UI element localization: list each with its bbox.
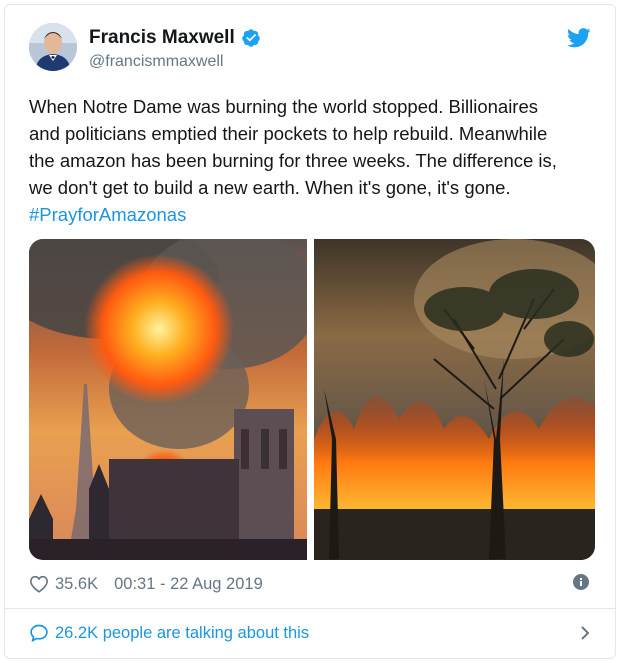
author-name[interactable]: Francis Maxwell xyxy=(89,27,235,49)
conversation-link[interactable]: 26.2K people are talking about this xyxy=(29,619,595,647)
like-count[interactable]: 35.6K xyxy=(55,575,98,594)
avatar[interactable] xyxy=(29,23,77,71)
tweet-text-line: the amazon has been burning for three we… xyxy=(29,150,557,171)
chevron-right-icon xyxy=(581,626,590,640)
amazon-forest-fire-image[interactable] xyxy=(313,239,595,560)
tweet-text-line: and politicians emptied their pockets to… xyxy=(29,123,548,144)
verified-badge-icon xyxy=(241,29,260,47)
author-handle[interactable]: @francismmaxwell xyxy=(89,53,223,71)
twitter-bird-icon[interactable] xyxy=(567,27,591,49)
speech-bubble-icon xyxy=(30,624,48,643)
conversation-label: 26.2K people are talking about this xyxy=(55,623,310,642)
info-icon[interactable] xyxy=(573,574,589,590)
tweet-text-line: we don't get to build a new earth. When … xyxy=(29,177,511,198)
hashtag-link[interactable]: #PrayforAmazonas xyxy=(29,201,595,228)
tweet-card: Francis Maxwell @francismmaxwell When No… xyxy=(4,4,616,659)
tweet-text: When Notre Dame was burning the world st… xyxy=(29,93,595,228)
heart-icon[interactable] xyxy=(29,575,49,593)
notre-dame-fire-image[interactable] xyxy=(29,239,311,560)
timestamp[interactable]: 00:31 - 22 Aug 2019 xyxy=(114,575,263,594)
media-grid xyxy=(29,239,595,560)
tweet-meta: 35.6K 00:31 - 22 Aug 2019 xyxy=(29,572,595,596)
tweet-text-line: When Notre Dame was burning the world st… xyxy=(29,96,539,117)
divider xyxy=(5,608,615,609)
